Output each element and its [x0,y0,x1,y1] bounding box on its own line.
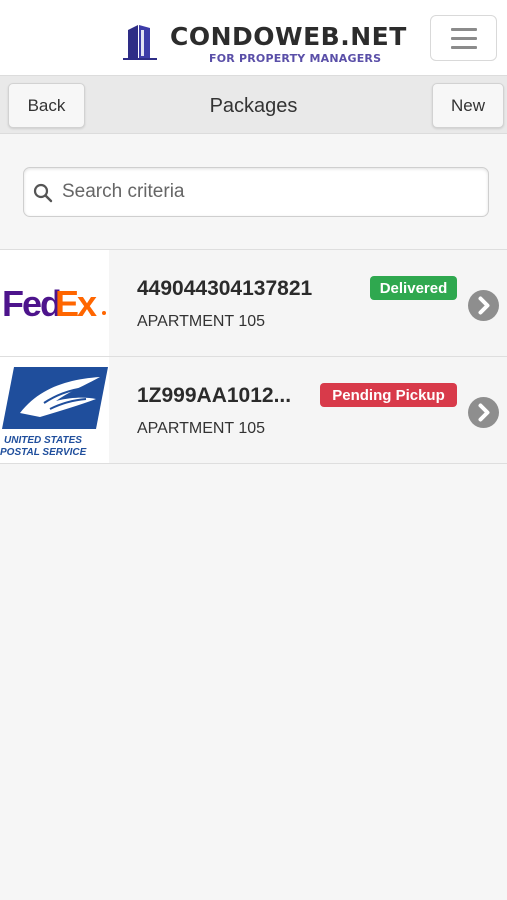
top-bar: CONDOWEB.NET FOR PROPERTY MANAGERS [0,0,507,75]
brand-subtitle: FOR PROPERTY MANAGERS [209,52,382,65]
fedex-logo-icon: Fed Ex [2,283,106,324]
svg-text:Fed: Fed [2,283,60,324]
usps-eagle-icon: UNITED STATES POSTAL SERVICE [0,367,108,458]
chevron-right-icon[interactable] [468,397,499,428]
building-logo-icon [123,25,157,60]
tracking-number: 1Z999AA1012... [137,384,292,407]
unit-label: APARTMENT 105 [137,313,266,330]
fedex-logo: Fed Ex [0,250,109,356]
condoweb-logo[interactable]: CONDOWEB.NET FOR PROPERTY MANAGERS [122,20,406,68]
package-row[interactable]: Fed Ex 449044304137821 Delivered APARTME… [0,250,507,357]
page-navbar: Back Packages New [0,75,507,134]
package-list: Fed Ex 449044304137821 Delivered APARTME… [0,249,507,464]
hamburger-icon [450,27,477,31]
unit-label: APARTMENT 105 [137,420,266,437]
usps-logo-line2: POSTAL SERVICE [0,447,87,458]
package-row[interactable]: UNITED STATES POSTAL SERVICE 1Z999AA1012… [0,357,507,464]
search-bar[interactable] [23,167,489,217]
page-title: Packages [209,95,298,117]
new-button[interactable]: New [432,83,504,128]
usps-logo-line1: UNITED STATES [4,435,82,446]
menu-button[interactable] [430,15,497,61]
usps-logo: UNITED STATES POSTAL SERVICE [0,357,109,463]
status-badge: Pending Pickup [320,383,457,407]
brand-title: CONDOWEB.NET [170,22,407,51]
status-badge: Delivered [370,276,457,300]
tracking-number: 449044304137821 [137,277,313,300]
search-input[interactable] [62,168,482,216]
svg-text:Ex: Ex [55,283,97,324]
search-icon [33,183,53,203]
chevron-right-icon[interactable] [468,290,499,321]
